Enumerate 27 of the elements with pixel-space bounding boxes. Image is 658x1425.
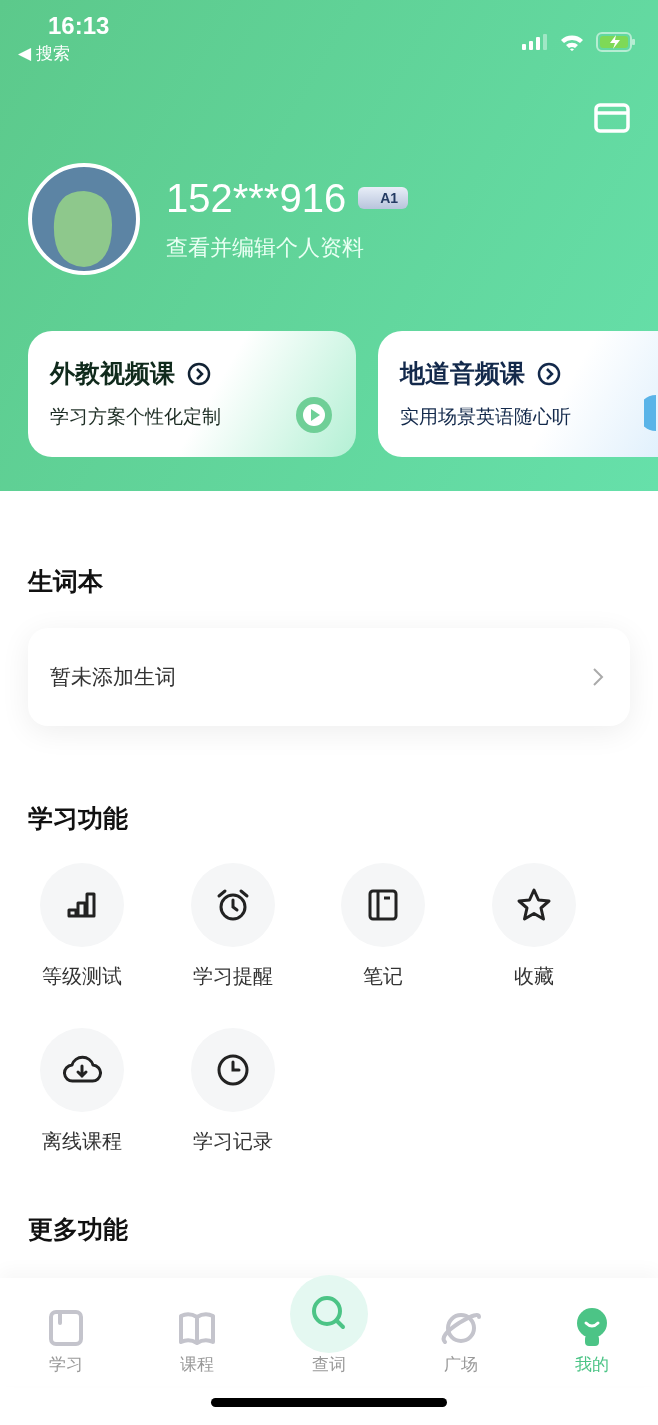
tab-item[interactable]: 查词 [279, 1275, 379, 1376]
back-link[interactable]: ◀ 搜索 [18, 42, 110, 65]
section-title: 更多功能 [28, 1214, 128, 1246]
feature-label: 笔记 [362, 963, 404, 990]
course-subtitle: 学习方案个性化定制 [50, 404, 221, 429]
course-card[interactable]: 外教视频课 学习方案个性化定制 [28, 331, 356, 457]
vocab-card[interactable]: 暂未添加生词 [28, 628, 630, 726]
feature-label: 等级测试 [41, 963, 123, 990]
status-time: 16:13 [47, 12, 110, 40]
tab-item[interactable]: 学习 [15, 1303, 116, 1376]
feature-label: 学习记录 [191, 1128, 274, 1155]
course-title: 地道音频课 [400, 358, 525, 390]
tab-item[interactable]: 课程 [147, 1303, 248, 1376]
level-badge: A1 [358, 187, 409, 209]
user-phone: 152***916 [166, 175, 347, 221]
vocab-empty-text: 暂未添加生词 [50, 664, 176, 691]
feature-label: 收藏 [512, 963, 555, 990]
edit-profile-link[interactable]: 查看并编辑个人资料 [166, 232, 409, 263]
section-title: 生词本 [28, 566, 103, 598]
tab-item[interactable]: 广场 [410, 1303, 511, 1376]
feature-label: 离线课程 [41, 1128, 123, 1155]
section-title: 学习功能 [28, 803, 128, 835]
tab-item[interactable]: 我的 [542, 1303, 643, 1376]
feature-label: 学习提醒 [191, 963, 274, 990]
course-card[interactable]: 地道音频课 实用场景英语随心听 [378, 331, 658, 457]
course-title: 外教视频课 [50, 358, 175, 390]
course-subtitle: 实用场景英语随心听 [400, 404, 571, 429]
